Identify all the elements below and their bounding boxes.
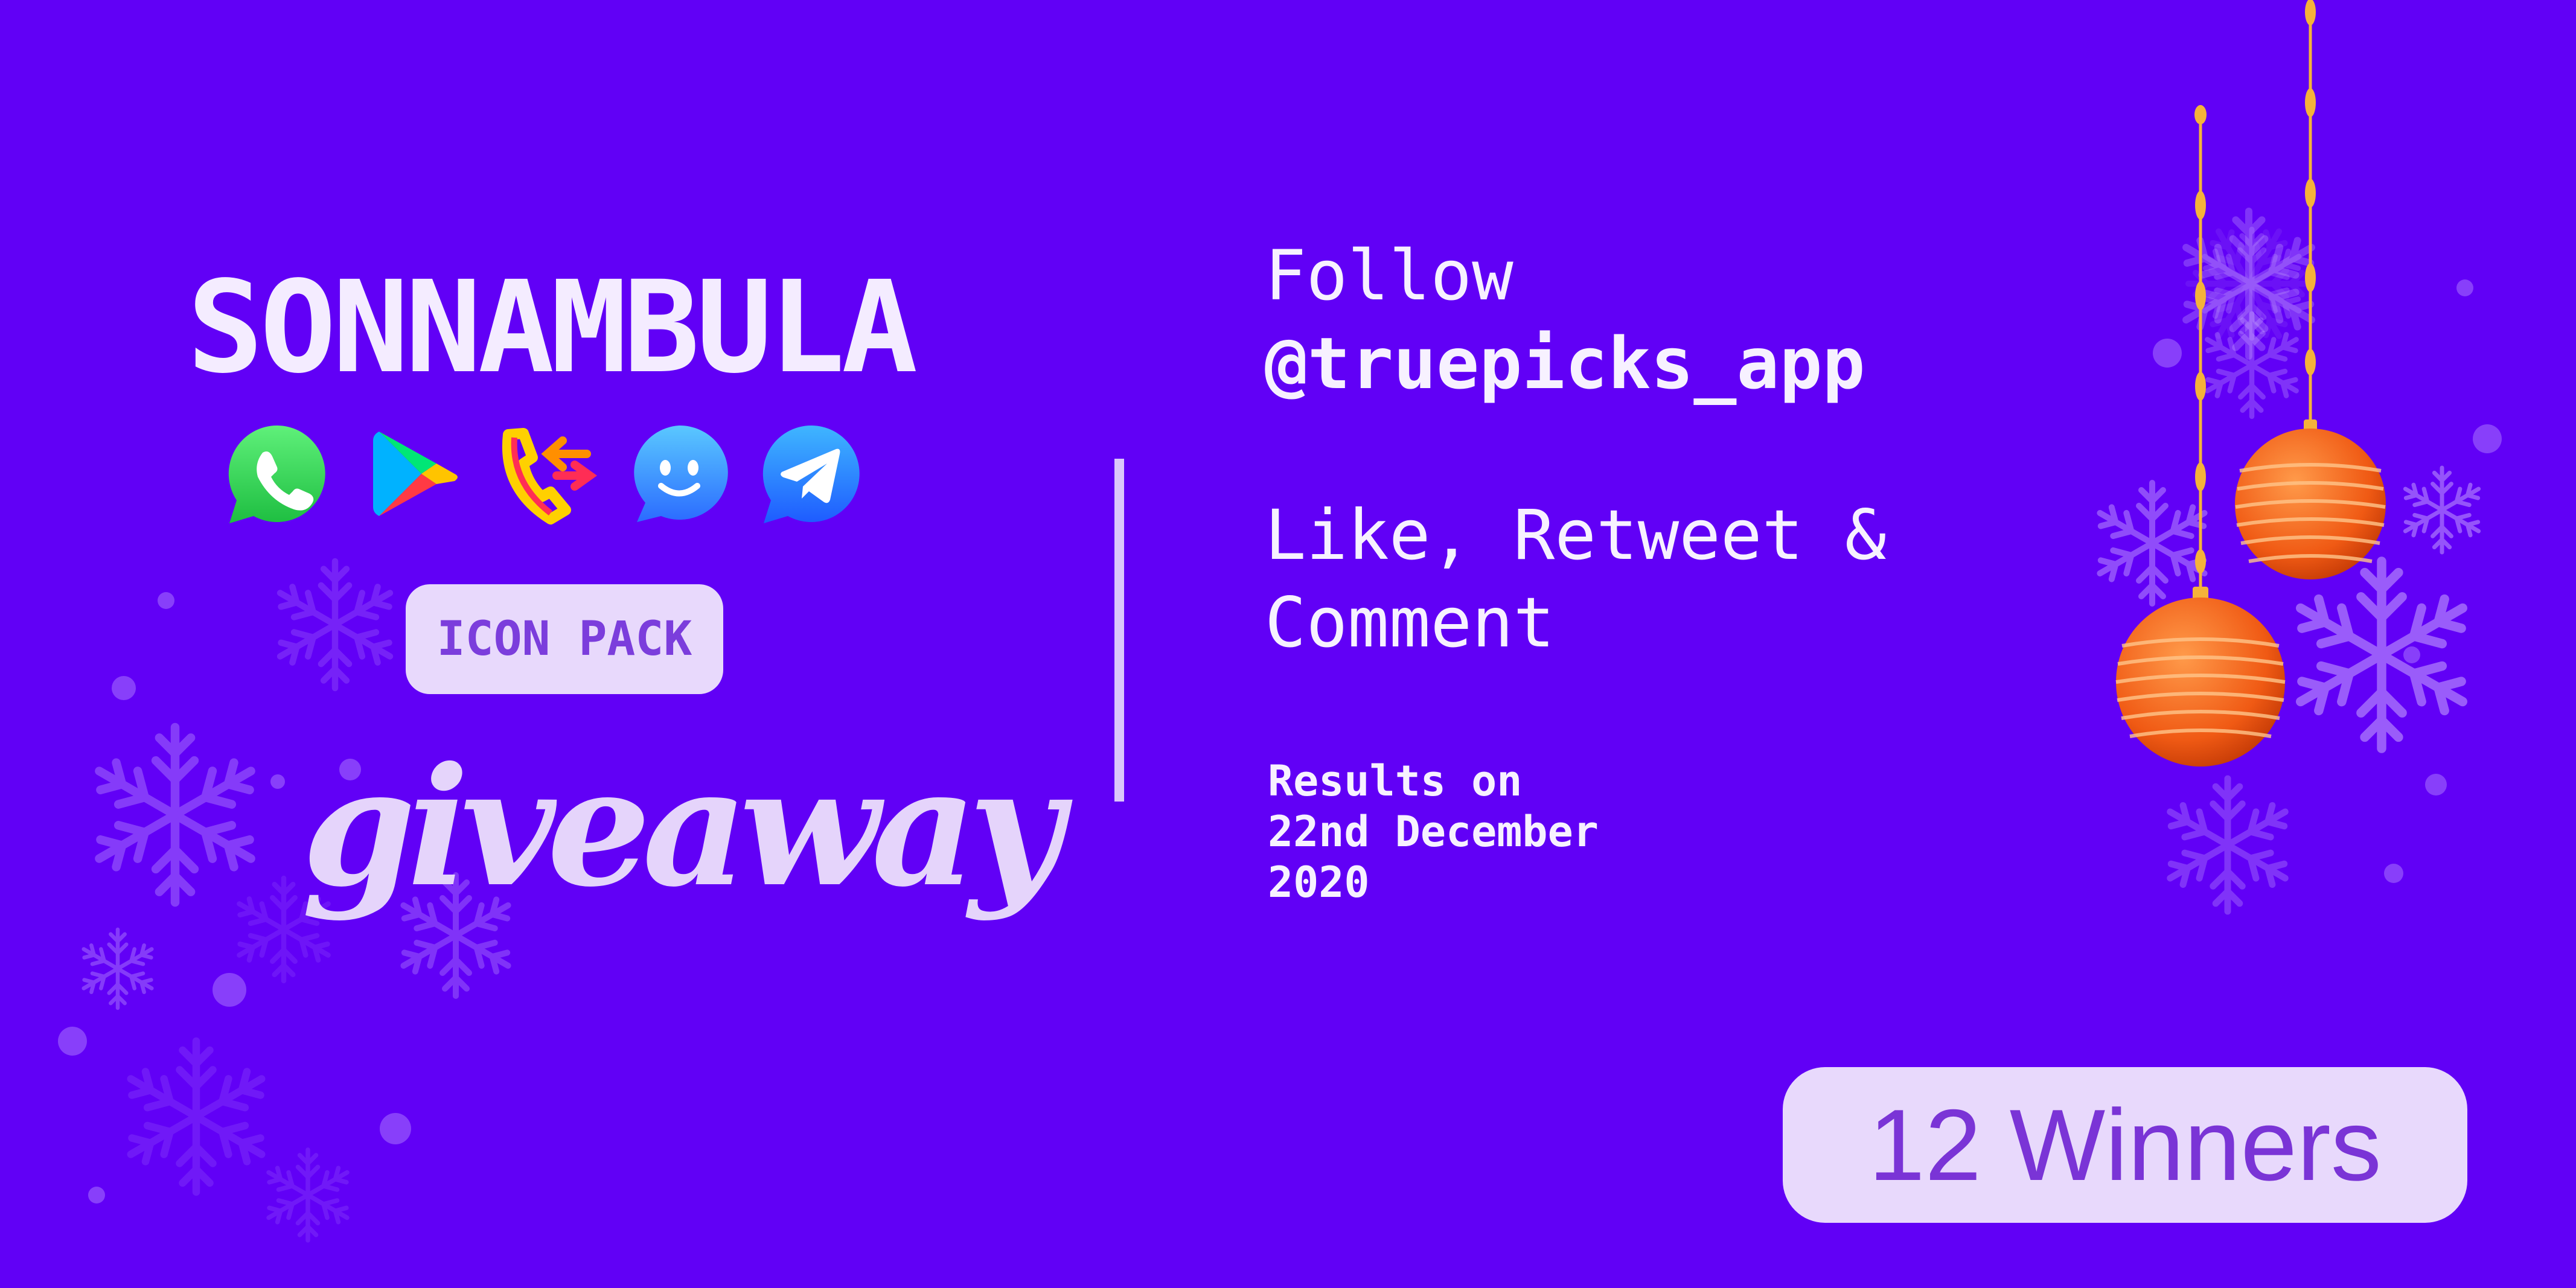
results-line-3: 2020: [1268, 858, 1370, 907]
like-retweet-line: Like, Retweet &: [1265, 495, 1887, 575]
telegram-icon: [762, 425, 860, 523]
results-line-2: 22nd December: [1268, 807, 1599, 856]
winners-badge: 12 Winners: [1783, 1067, 2467, 1223]
vertical-divider: [1114, 459, 1124, 802]
app-icon-row: [226, 422, 866, 531]
giveaway-heading: giveaway: [302, 731, 1063, 923]
brand-title: SONNAMBULA: [187, 253, 918, 401]
results-line-1: Results on: [1268, 756, 1523, 806]
whatsapp-icon: [228, 425, 325, 523]
follow-label: Follow: [1265, 235, 1513, 316]
twitter-handle: @truepicks_app: [1265, 322, 1865, 405]
google-play-icon: [373, 432, 458, 516]
chat-smile-icon: [634, 425, 728, 522]
comment-line: Comment: [1265, 582, 1555, 663]
results-date: Results on 22nd December 2020: [1268, 756, 1599, 908]
phone-dialer-icon: [502, 428, 597, 524]
icon-pack-badge: ICON PACK: [406, 584, 723, 694]
